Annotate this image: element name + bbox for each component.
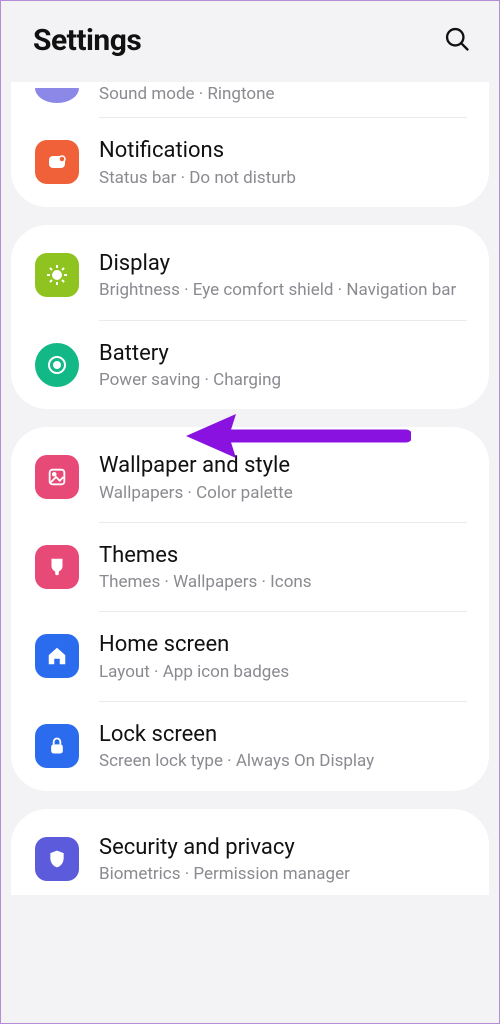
settings-row-homescreen[interactable]: Home screen Layout · App icon badges bbox=[11, 612, 489, 701]
row-subtitle: Wallpapers · Color palette bbox=[99, 483, 465, 504]
settings-row-wallpaper[interactable]: Wallpaper and style Wallpapers · Color p… bbox=[11, 433, 489, 522]
settings-row-themes[interactable]: Themes Themes · Wallpapers · Icons bbox=[11, 523, 489, 612]
row-title: Security and privacy bbox=[99, 835, 465, 861]
themes-icon bbox=[35, 545, 79, 589]
settings-row-lockscreen[interactable]: Lock screen Screen lock type · Always On… bbox=[11, 702, 489, 791]
battery-icon bbox=[35, 343, 79, 387]
settings-row-display[interactable]: Display Brightness · Eye comfort shield … bbox=[11, 231, 489, 320]
settings-group-sound: Sound mode · Ringtone Notifications Stat… bbox=[11, 82, 489, 207]
display-icon bbox=[35, 253, 79, 297]
settings-header: Settings bbox=[1, 1, 499, 82]
settings-group-appearance: Wallpaper and style Wallpapers · Color p… bbox=[11, 427, 489, 791]
row-subtitle: Power saving · Charging bbox=[99, 370, 465, 391]
search-icon bbox=[443, 25, 471, 53]
notifications-icon bbox=[35, 140, 79, 184]
row-title: Display bbox=[99, 251, 465, 277]
row-subtitle: Themes · Wallpapers · Icons bbox=[99, 572, 465, 593]
sound-icon bbox=[35, 88, 79, 103]
settings-group-security: Security and privacy Biometrics · Permis… bbox=[11, 809, 489, 896]
row-subtitle: Layout · App icon badges bbox=[99, 662, 465, 683]
page-title: Settings bbox=[33, 23, 141, 58]
row-subtitle: Status bar · Do not disturb bbox=[99, 168, 465, 189]
row-title: Themes bbox=[99, 543, 465, 569]
settings-row-security[interactable]: Security and privacy Biometrics · Permis… bbox=[11, 815, 489, 896]
settings-row-battery[interactable]: Battery Power saving · Charging bbox=[11, 321, 489, 410]
row-title: Home screen bbox=[99, 632, 465, 658]
row-subtitle: Biometrics · Permission manager bbox=[99, 864, 465, 885]
settings-row-notifications[interactable]: Notifications Status bar · Do not distur… bbox=[11, 118, 489, 207]
settings-row-sounds[interactable]: Sound mode · Ringtone bbox=[11, 88, 489, 117]
row-subtitle: Sound mode · Ringtone bbox=[99, 84, 274, 105]
search-button[interactable] bbox=[443, 25, 471, 57]
row-title: Wallpaper and style bbox=[99, 453, 465, 479]
home-icon bbox=[35, 634, 79, 678]
lock-icon bbox=[35, 724, 79, 768]
row-title: Notifications bbox=[99, 138, 465, 164]
row-subtitle: Screen lock type · Always On Display bbox=[99, 751, 465, 772]
row-title: Lock screen bbox=[99, 722, 465, 748]
wallpaper-icon bbox=[35, 455, 79, 499]
shield-icon bbox=[35, 837, 79, 881]
settings-group-display: Display Brightness · Eye comfort shield … bbox=[11, 225, 489, 409]
row-subtitle: Brightness · Eye comfort shield · Naviga… bbox=[99, 280, 465, 301]
row-title: Battery bbox=[99, 341, 465, 367]
